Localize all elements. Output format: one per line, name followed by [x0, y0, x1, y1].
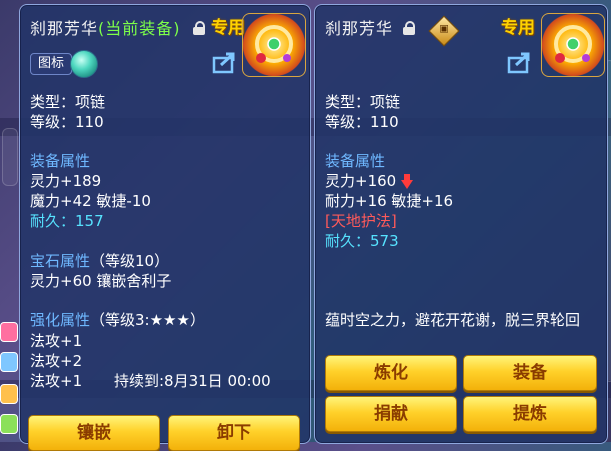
equip-stat-line: 灵力+189	[30, 172, 102, 190]
icon-toggle-orb[interactable]	[70, 50, 98, 78]
exclusive-label: 专用	[501, 18, 535, 38]
refine-button[interactable]: 炼化	[325, 355, 457, 391]
enhance-attr-header: 强化属性	[30, 311, 91, 329]
item-name: 刹那芳华	[325, 19, 394, 38]
icon-tag-label: 图标	[30, 53, 72, 75]
durability: 耐久：157	[30, 212, 104, 230]
special-skill: [天地护法]	[325, 212, 397, 230]
equip-stat-line: 魔力+42 敏捷-10	[30, 192, 151, 210]
gem-stat-line: 灵力+60 镶嵌舍利子	[30, 272, 172, 290]
enhance-stat-line: 法攻+1	[30, 372, 83, 390]
gem-attr-header: 宝石属性	[30, 252, 91, 270]
side-shortcut-button[interactable]	[0, 384, 18, 404]
item-title: 刹那芳华(当前装备)	[30, 15, 181, 39]
enhance-level: （等级3:★★★）	[90, 311, 205, 329]
gem-level: （等级10）	[90, 252, 170, 270]
item-type: 类型：项链	[325, 93, 401, 111]
compare-item-tooltip: 刹那芳华 ▣ 专用 类型：项链 等级：110 装备属性 灵力+160 耐力+16…	[314, 4, 608, 444]
side-shortcut-button[interactable]	[0, 352, 18, 372]
item-level: 等级：110	[325, 113, 399, 131]
background-tile	[2, 128, 18, 186]
bind-diamond-icon: ▣	[428, 15, 460, 47]
side-shortcut-button[interactable]	[0, 414, 18, 434]
equip-stat-row: 灵力+160	[325, 170, 413, 191]
share-icon[interactable]	[507, 52, 533, 74]
inlay-button[interactable]: 镶嵌	[28, 415, 160, 451]
share-icon[interactable]	[212, 52, 238, 74]
equip-stat-line: 灵力+160	[325, 172, 397, 190]
lock-icon[interactable]	[193, 21, 205, 35]
decrease-arrow-icon	[400, 173, 413, 190]
unequip-button[interactable]: 卸下	[168, 415, 300, 451]
necklace-icon	[541, 13, 605, 77]
enhance-stat-line: 法攻+1	[30, 332, 83, 350]
equipped-label: (当前装备)	[98, 19, 181, 38]
gem-attr-row: 宝石属性（等级10）	[30, 250, 169, 271]
side-shortcut-button[interactable]	[0, 322, 18, 342]
lock-icon[interactable]	[403, 21, 415, 35]
item-description: 蕴时空之力，避花开花谢，脱三界轮回	[325, 311, 581, 329]
item-type: 类型：项链	[30, 93, 106, 111]
enhance-stat-line: 法攻+2	[30, 352, 83, 370]
equip-attr-header: 装备属性	[30, 152, 91, 170]
item-level: 等级：110	[30, 113, 104, 131]
equip-stat-line: 耐力+16 敏捷+16	[325, 192, 454, 210]
equip-button[interactable]: 装备	[463, 355, 597, 391]
equip-attr-header: 装备属性	[325, 152, 386, 170]
enhance-attr-row: 强化属性（等级3:★★★）	[30, 309, 205, 330]
exclusive-label: 专用	[211, 18, 245, 38]
durability: 耐久：573	[325, 232, 399, 250]
donate-button[interactable]: 捐献	[325, 396, 457, 432]
enhance-duration: 持续到:8月31日 00:00	[114, 372, 271, 390]
item-name: 刹那芳华	[30, 19, 99, 38]
equipped-item-tooltip: 刹那芳华(当前装备) 专用 图标 类型：项链 等级：110 装备属性 灵力+18…	[19, 4, 311, 451]
necklace-icon	[242, 13, 306, 77]
extract-button[interactable]: 提炼	[463, 396, 597, 432]
